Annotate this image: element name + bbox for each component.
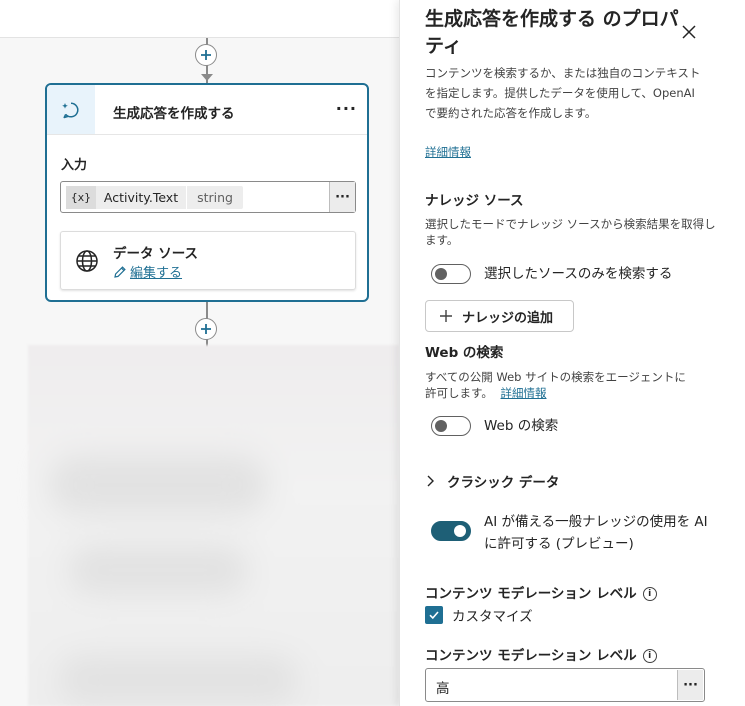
blurred-canvas-region: [28, 345, 399, 706]
pencil-icon: [114, 265, 126, 278]
plus-icon: [201, 50, 211, 60]
checkmark-icon: [429, 611, 439, 620]
selected-sources-only-label: 選択したソースのみを検索する: [484, 266, 673, 282]
knowledge-sources-heading: ナレッジ ソース: [425, 193, 524, 209]
input-more-button[interactable]: ···: [329, 182, 355, 212]
variable-name: Activity.Text: [103, 190, 179, 205]
add-knowledge-button[interactable]: ナレッジの追加: [425, 300, 574, 332]
moderation-level-more-button[interactable]: ···: [677, 670, 703, 700]
canvas-top-bar: [0, 0, 399, 38]
chevron-right-icon: [427, 475, 434, 487]
input-variable-field[interactable]: {x} Activity.Text string ···: [60, 181, 356, 213]
input-label: 入力: [61, 158, 88, 173]
info-icon[interactable]: i: [642, 587, 657, 601]
content-moderation-heading: コンテンツ モデレーション レベル i: [425, 582, 657, 602]
node-icon-box: [47, 85, 95, 134]
web-search-toggle-label: Web の検索: [484, 418, 559, 434]
web-search-description: すべての公開 Web サイトの検索をエージェントに許可します。 詳細情報: [425, 370, 686, 400]
classic-data-expander[interactable]: クラシック データ: [425, 471, 559, 491]
globe-icon: [76, 250, 98, 272]
close-icon[interactable]: [680, 23, 698, 41]
customize-checkbox[interactable]: [425, 606, 443, 624]
web-more-info-link[interactable]: 詳細情報: [501, 386, 547, 400]
moderation-level-heading: コンテンツ モデレーション レベル i: [425, 644, 657, 664]
connector-arrow: [201, 74, 213, 81]
add-node-button-top[interactable]: [195, 44, 217, 66]
more-info-link[interactable]: 詳細情報: [425, 144, 471, 160]
knowledge-sources-description: 選択したモードでナレッジ ソースから検索結果を取得します。: [425, 217, 716, 247]
moderation-level-value: 高: [436, 681, 450, 697]
add-node-button-bottom[interactable]: [195, 318, 217, 340]
data-source-title: データ ソース: [113, 246, 199, 262]
plus-icon: [201, 324, 211, 334]
node-header: 生成応答を作成する ···: [47, 85, 367, 135]
flow-canvas: 生成応答を作成する ··· 入力 {x} Activity.Text strin…: [0, 0, 399, 706]
classic-data-label: クラシック データ: [447, 475, 560, 491]
plus-icon: [440, 310, 452, 322]
generative-answers-node[interactable]: 生成応答を作成する ··· 入力 {x} Activity.Text strin…: [45, 83, 369, 302]
customize-label: カスタマイズ: [452, 609, 533, 625]
node-title: 生成応答を作成する: [113, 106, 235, 122]
variable-chip[interactable]: {x} Activity.Text string: [66, 186, 243, 209]
web-search-toggle[interactable]: [431, 416, 471, 436]
variable-type: string: [186, 186, 243, 209]
panel-description: コンテンツを検索するか、または独自のコンテキストを指定します。提供したデータを使…: [425, 66, 701, 120]
web-search-heading: Web の検索: [425, 345, 504, 361]
data-source-card[interactable]: データ ソース 編集する: [60, 231, 356, 290]
data-source-edit-link[interactable]: 編集する: [113, 262, 182, 281]
selected-sources-only-toggle[interactable]: [431, 264, 471, 284]
moderation-level-select[interactable]: 高 ···: [425, 668, 705, 702]
data-source-edit-label: 編集する: [130, 266, 183, 281]
variable-icon: {x}: [66, 186, 96, 209]
properties-panel: 生成応答を作成する のプロパティ コンテンツを検索するか、または独自のコンテキス…: [399, 0, 745, 706]
node-more-options-button[interactable]: ···: [336, 99, 357, 118]
panel-title: 生成応答を作成する のプロパティ: [425, 8, 679, 57]
general-knowledge-toggle[interactable]: [431, 521, 471, 541]
add-knowledge-label: ナレッジの追加: [462, 310, 554, 326]
generative-answer-icon: [62, 101, 79, 118]
info-icon[interactable]: i: [642, 649, 657, 663]
general-knowledge-label: AI が備える一般ナレッジの使用を AI に許可する (プレビュー): [484, 514, 708, 552]
